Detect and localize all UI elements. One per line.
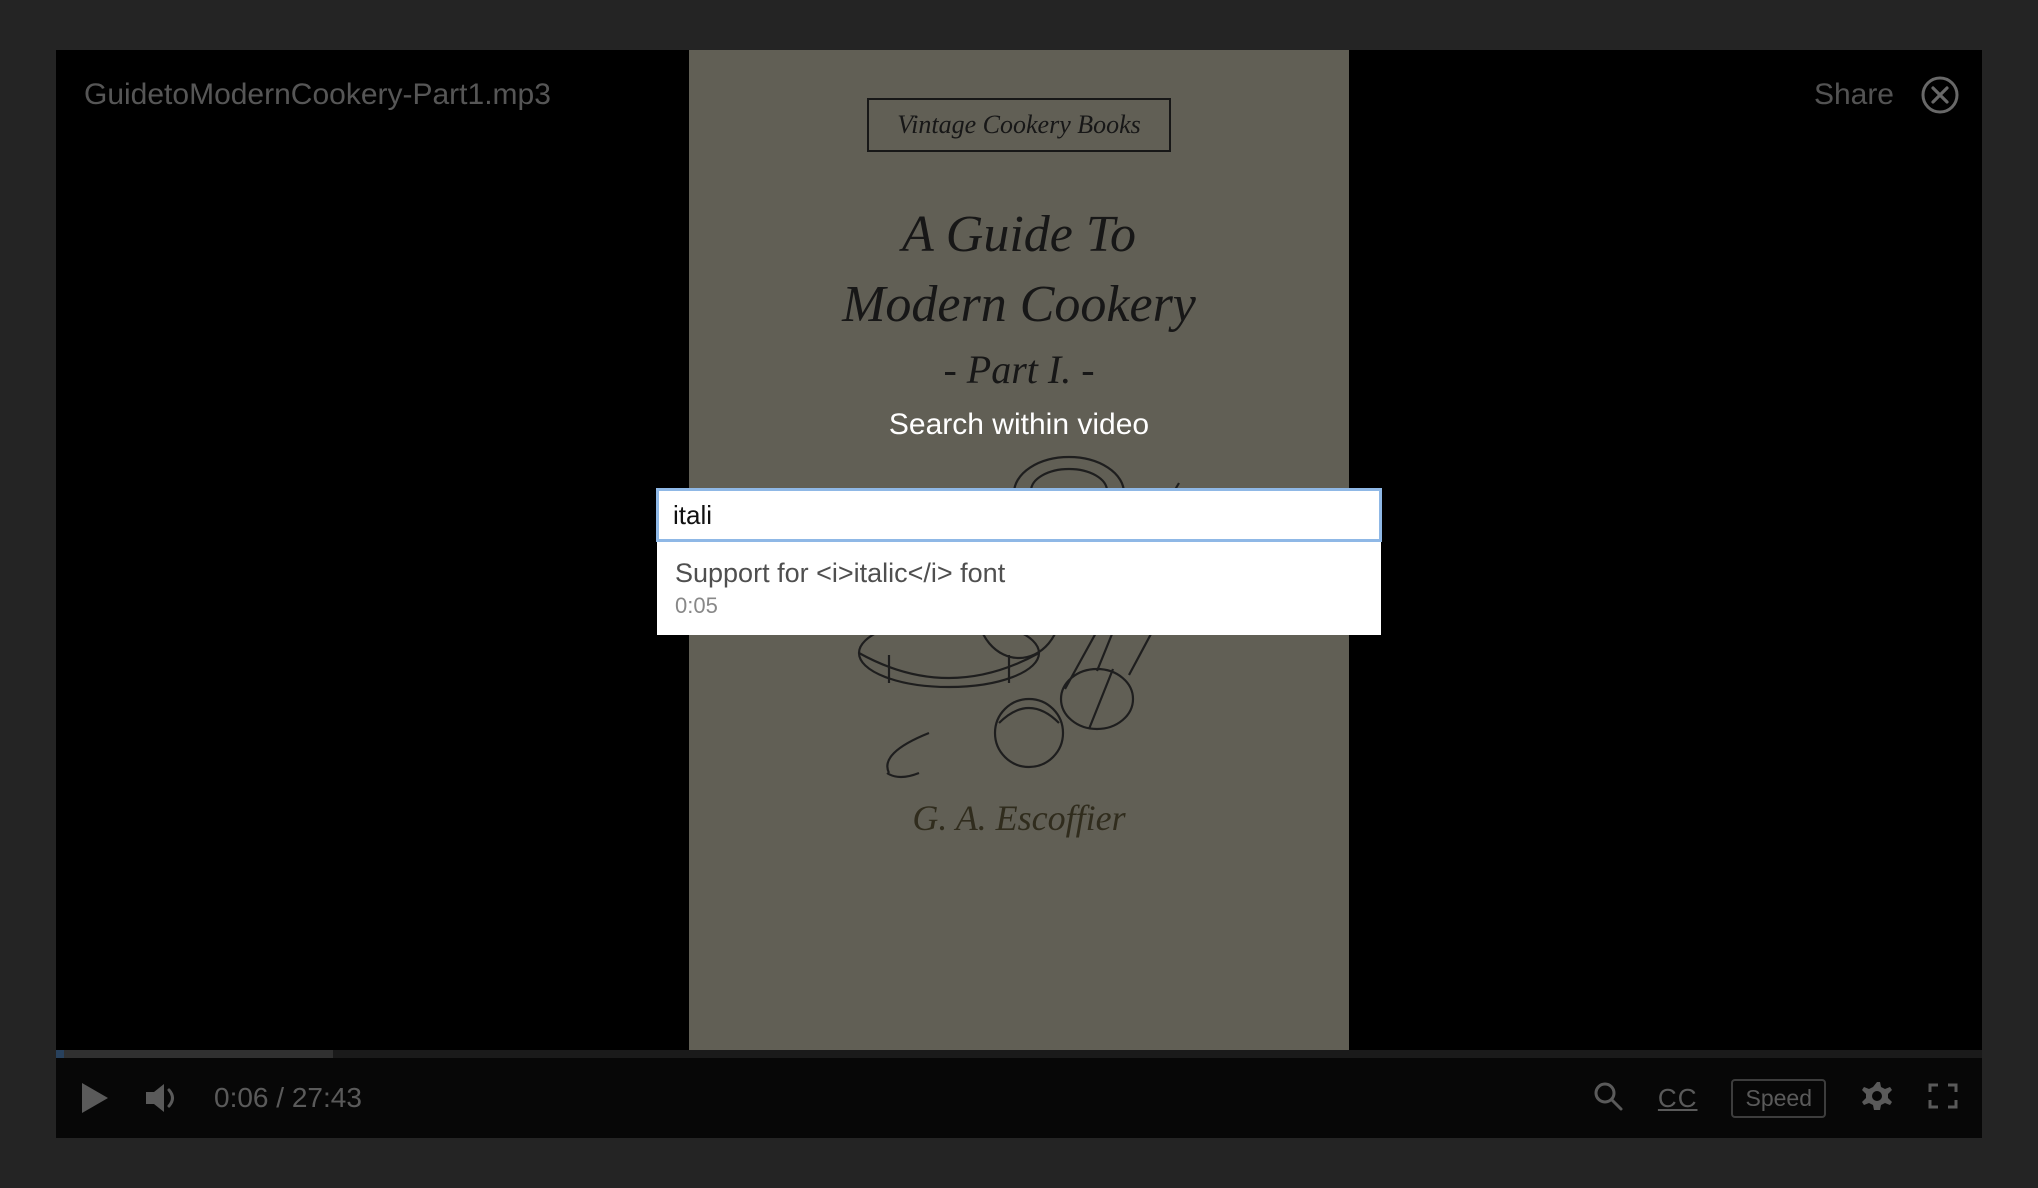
search-heading: Search within video — [889, 408, 1149, 442]
media-player: Vintage Cookery Books A Guide To Modern … — [56, 50, 1982, 1138]
search-result-timestamp: 0:05 — [675, 593, 1363, 619]
search-input[interactable] — [656, 488, 1382, 542]
search-box-wrap: Support for <i>italic</i> font 0:05 — [656, 488, 1382, 635]
search-result-text: Support for <i>italic</i> font — [675, 556, 1363, 591]
search-result-item[interactable]: Support for <i>italic</i> font 0:05 — [657, 542, 1381, 635]
